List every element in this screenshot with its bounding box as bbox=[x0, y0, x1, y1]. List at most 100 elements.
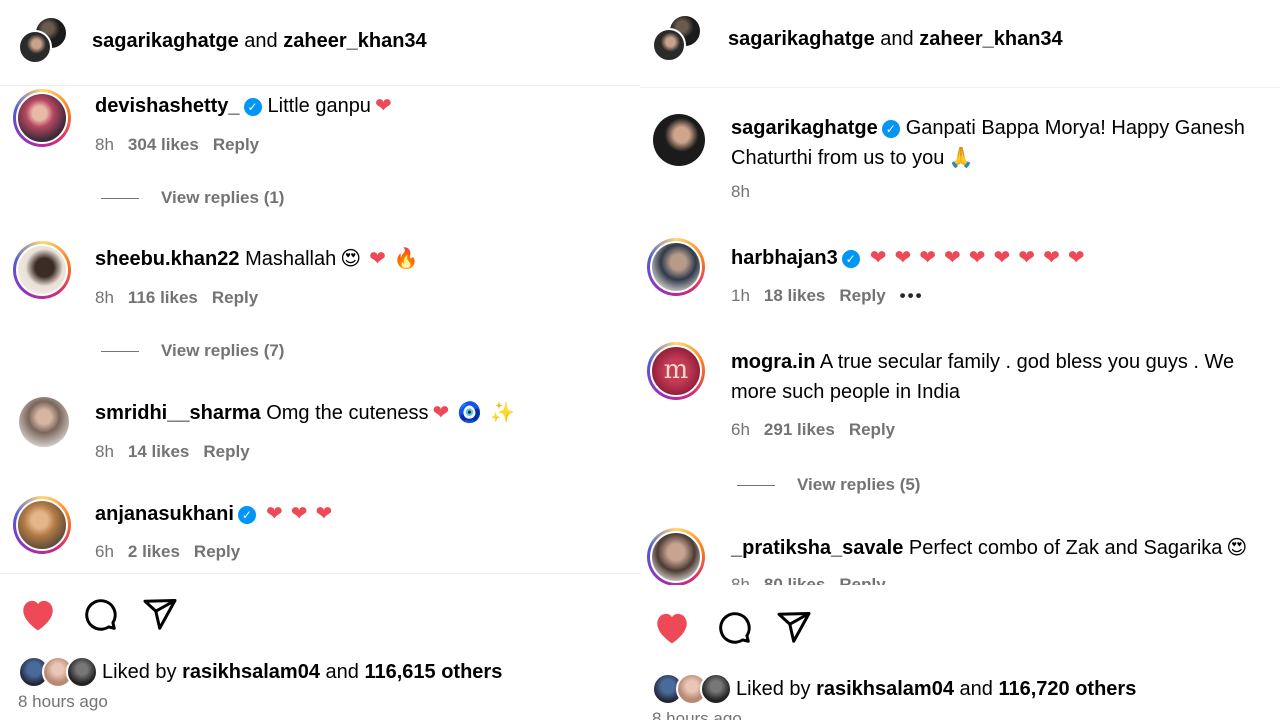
reply-button[interactable]: Reply bbox=[849, 420, 895, 439]
reply-button[interactable]: Reply bbox=[213, 135, 259, 154]
comment-likes[interactable]: 80 likes bbox=[764, 575, 825, 585]
comment-body: Little ganpu bbox=[267, 95, 371, 117]
mogra-logo-icon: m bbox=[650, 345, 702, 397]
header-title: sagarikaghatge and zaheer_khan34 bbox=[728, 28, 1063, 51]
praying-hands-emoji-icon: 🙏 bbox=[948, 147, 974, 169]
comment-time: 8h bbox=[95, 135, 114, 154]
avatar[interactable] bbox=[647, 238, 705, 296]
comment-username[interactable]: anjanasukhani bbox=[95, 503, 234, 525]
heart-filled-icon[interactable] bbox=[18, 596, 58, 632]
liked-username[interactable]: rasikhsalam04 bbox=[182, 661, 320, 684]
comment-body: Perfect combo of Zak and Sagarika bbox=[908, 537, 1223, 559]
comment-bubble-icon[interactable] bbox=[82, 596, 118, 632]
liked-and: and bbox=[959, 677, 993, 700]
reply-button[interactable]: Reply bbox=[203, 442, 249, 461]
comment-likes[interactable]: 304 likes bbox=[128, 135, 199, 154]
avatar[interactable] bbox=[650, 111, 708, 169]
comment-likes[interactable]: 14 likes bbox=[128, 442, 189, 461]
post-panel-right: sagarikaghatge and zaheer_khan34 sagarik… bbox=[640, 0, 1280, 720]
liked-avatars bbox=[18, 656, 100, 688]
comment-time: 6h bbox=[95, 542, 114, 561]
comment-time: 8h bbox=[731, 575, 750, 585]
reply-button[interactable]: Reply bbox=[194, 542, 240, 561]
avatar[interactable]: m bbox=[647, 342, 705, 400]
heart-emoji-icon: ❤ bbox=[894, 247, 912, 269]
liked-others[interactable]: 116,720 others bbox=[998, 678, 1136, 701]
comments-list[interactable]: devishashetty_ ✓ Little ganpu ❤ 8h 304 likes… bbox=[0, 87, 640, 573]
comment-likes[interactable]: 116 likes bbox=[128, 288, 198, 307]
post-footer: Liked by rasikhsalam04 and 116,615 other… bbox=[0, 573, 640, 720]
header-username-2[interactable]: zaheer_khan34 bbox=[283, 30, 426, 52]
action-bar bbox=[18, 596, 178, 632]
divider bbox=[101, 351, 139, 353]
avatar[interactable] bbox=[13, 89, 71, 147]
comment-meta: 8h bbox=[731, 182, 764, 202]
heart-emoji-icon: ❤ bbox=[432, 402, 450, 424]
avatar bbox=[18, 30, 52, 64]
comment-likes[interactable]: 18 likes bbox=[764, 286, 825, 305]
comment-text: smridhi__sharma Omg the cuteness ❤ 🧿 ✨ bbox=[95, 398, 519, 428]
view-replies-button[interactable]: View replies (5) bbox=[737, 475, 920, 495]
reply-button[interactable]: Reply bbox=[212, 288, 258, 307]
post-header: sagarikaghatge and zaheer_khan34 bbox=[640, 0, 1280, 88]
comment-username[interactable]: smridhi__sharma bbox=[95, 402, 261, 424]
comments-list[interactable]: sagarikaghatge ✓ Ganpati Bappa Morya! Happ… bbox=[640, 89, 1280, 585]
comment-username[interactable]: mogra.in bbox=[731, 351, 815, 373]
avatar[interactable] bbox=[647, 528, 705, 585]
liked-others[interactable]: 116,615 others bbox=[364, 661, 502, 684]
liked-username[interactable]: rasikhsalam04 bbox=[816, 678, 954, 701]
comment-meta: 8h 116 likes Reply bbox=[95, 288, 272, 308]
heart-emoji-icon: ❤ bbox=[1067, 247, 1085, 269]
comment-likes[interactable]: 291 likes bbox=[764, 420, 835, 439]
comment-meta: 8h 14 likes Reply bbox=[95, 442, 264, 462]
liked-by[interactable]: Liked by rasikhsalam04 and 116,720 other… bbox=[652, 673, 1136, 705]
comment-bubble-icon[interactable] bbox=[716, 609, 752, 645]
comment-text: mogra.in A true secular family . god ble… bbox=[731, 347, 1280, 407]
view-replies-button[interactable]: View replies (7) bbox=[101, 341, 284, 361]
reply-button[interactable]: Reply bbox=[839, 575, 885, 585]
comment-text: harbhajan3 ✓ ❤ ❤ ❤ ❤ ❤ ❤ ❤ ❤ ❤ bbox=[731, 243, 1089, 273]
header-avatars[interactable] bbox=[18, 16, 74, 72]
avatar[interactable] bbox=[13, 241, 71, 299]
post-header: sagarikaghatge and zaheer_khan34 bbox=[0, 0, 640, 86]
verified-badge-icon: ✓ bbox=[881, 120, 900, 138]
post-time: 8 hours ago bbox=[652, 709, 742, 720]
heart-emoji-icon: ❤ bbox=[369, 248, 386, 270]
header-title: sagarikaghatge and zaheer_khan34 bbox=[92, 30, 427, 53]
paper-plane-icon[interactable] bbox=[776, 609, 812, 645]
comment-text: devishashetty_ ✓ Little ganpu ❤ bbox=[95, 91, 396, 121]
comment-time: 8h bbox=[731, 182, 750, 201]
reply-button[interactable]: Reply bbox=[839, 286, 885, 305]
header-username-1[interactable]: sagarikaghatge bbox=[92, 30, 239, 52]
comment-time: 8h bbox=[95, 442, 114, 461]
comment-text: anjanasukhani ✓ ❤ ❤ ❤ bbox=[95, 499, 336, 529]
comment-username[interactable]: sheebu.khan22 bbox=[95, 248, 240, 270]
avatar[interactable] bbox=[13, 394, 71, 452]
comment-username[interactable]: _pratiksha_savale bbox=[731, 537, 903, 559]
divider bbox=[101, 198, 139, 200]
header-username-2[interactable]: zaheer_khan34 bbox=[919, 28, 1062, 50]
header-username-1[interactable]: sagarikaghatge bbox=[728, 28, 875, 50]
paper-plane-icon[interactable] bbox=[142, 596, 178, 632]
comment-username[interactable]: devishashetty_ bbox=[95, 95, 240, 117]
avatar[interactable] bbox=[13, 496, 71, 554]
avatar bbox=[652, 28, 686, 62]
verified-badge-icon: ✓ bbox=[841, 250, 860, 268]
header-avatars[interactable] bbox=[652, 14, 708, 70]
comment-text: sheebu.khan22 Mashallah 😍 ❤ 🔥 bbox=[95, 244, 423, 274]
post-time: 8 hours ago bbox=[18, 692, 108, 711]
heart-eyes-emoji-icon: 😍 bbox=[340, 248, 362, 270]
comment-likes[interactable]: 2 likes bbox=[128, 542, 180, 561]
comment-username[interactable]: sagarikaghatge bbox=[731, 117, 878, 139]
heart-emoji-icon: ❤ bbox=[919, 247, 936, 269]
sparkles-emoji-icon: ✨ bbox=[490, 402, 516, 424]
view-replies-button[interactable]: View replies (1) bbox=[101, 188, 284, 208]
liked-prefix: Liked by bbox=[102, 660, 177, 683]
comment-username[interactable]: harbhajan3 bbox=[731, 247, 838, 269]
comment-text: sagarikaghatge ✓ Ganpati Bappa Morya! Happ… bbox=[731, 113, 1280, 173]
heart-emoji-icon: ❤ bbox=[869, 247, 887, 269]
heart-filled-icon[interactable] bbox=[652, 609, 692, 645]
liked-by[interactable]: Liked by rasikhsalam04 and 116,615 other… bbox=[18, 656, 502, 688]
more-options-icon[interactable]: ••• bbox=[900, 286, 924, 305]
comment-meta: 6h 291 likes Reply bbox=[731, 420, 909, 440]
